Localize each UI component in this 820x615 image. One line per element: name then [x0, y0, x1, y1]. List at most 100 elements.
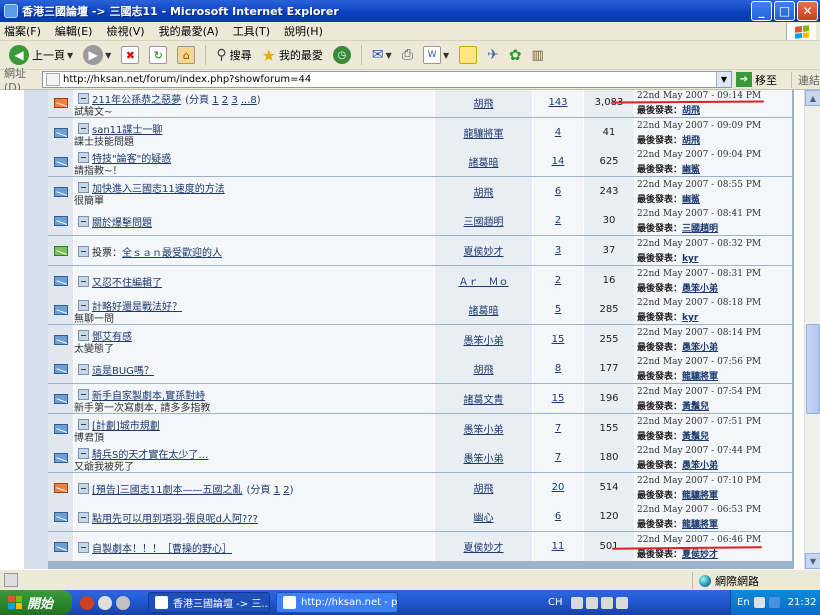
replies-link[interactable]: 143 — [548, 97, 567, 108]
last-post-date[interactable]: 22nd May 2007 - 09:09 PM — [637, 121, 761, 131]
last-poster-link[interactable]: 黃鬚兒 — [682, 432, 709, 442]
author-link[interactable]: 三國趙明 — [464, 213, 504, 228]
last-poster-link[interactable]: 胡飛 — [682, 106, 700, 116]
last-post-date[interactable]: 22nd May 2007 - 08:31 PM — [637, 269, 761, 279]
author-link[interactable]: 胡飛 — [474, 184, 494, 199]
topic-title-link[interactable]: 自製劇本！！！［曹操的野心］ — [92, 540, 232, 555]
go-button[interactable]: ➔ 移至 — [736, 72, 777, 88]
replies-link[interactable]: 7 — [555, 452, 561, 463]
last-poster-link[interactable]: 夏侯妙才 — [682, 550, 718, 560]
menu-file[interactable]: 檔案(F) — [4, 23, 41, 39]
last-poster-link[interactable]: 龍驤將軍 — [682, 520, 718, 530]
author-link[interactable]: 愚笨小弟 — [464, 332, 504, 347]
last-post-date[interactable]: 22nd May 2007 - 07:56 PM — [637, 357, 761, 367]
topic-title-link[interactable]: 點用先可以用到項羽-張良呢d人阿??? — [92, 510, 258, 525]
last-post-date[interactable]: 22nd May 2007 - 08:32 PM — [637, 239, 761, 249]
notes-button[interactable] — [456, 43, 480, 67]
start-button[interactable]: 開始 — [0, 590, 72, 615]
last-poster-link[interactable]: 龍驤將軍 — [682, 491, 718, 501]
last-poster-link[interactable]: 龍驤將軍 — [682, 372, 718, 382]
last-post-date[interactable]: 22nd May 2007 - 07:51 PM — [637, 417, 761, 427]
author-link[interactable]: 諸葛暗 — [469, 154, 499, 169]
stop-button[interactable]: ✖ — [118, 43, 142, 67]
title-bar[interactable]: 香港三國論壇 -> 三國志11 - Microsoft Internet Exp… — [0, 0, 820, 22]
quicklaunch-icon[interactable] — [116, 595, 130, 610]
scroll-down-icon[interactable]: ▼ — [805, 553, 820, 569]
replies-link[interactable]: 6 — [555, 511, 561, 522]
last-poster-link[interactable]: 愚笨小弟 — [682, 461, 718, 471]
last-poster-link[interactable]: 三國趙明 — [682, 224, 718, 234]
taskbar-item-php[interactable]: http://hksan.net - php... — [276, 592, 398, 613]
author-link[interactable]: 愚笨小弟 — [464, 450, 504, 465]
page-link[interactable]: 1 — [212, 95, 218, 106]
last-poster-link[interactable]: kyr — [682, 254, 698, 264]
ime-icon[interactable] — [585, 596, 598, 609]
author-link[interactable]: 夏侯妙才 — [464, 243, 504, 258]
vertical-scrollbar[interactable]: ▲ ▼ — [804, 90, 820, 569]
last-poster-link[interactable]: kyr — [682, 313, 698, 323]
last-post-date[interactable]: 22nd May 2007 - 09:04 PM — [637, 150, 761, 160]
forward-button[interactable]: ▶ ▼ — [80, 43, 114, 67]
menu-tools[interactable]: 工具(T) — [233, 23, 270, 39]
refresh-button[interactable]: ↻ — [146, 43, 170, 67]
close-button[interactable]: ✕ — [797, 1, 818, 21]
last-post-date[interactable]: 22nd May 2007 - 07:54 PM — [637, 387, 761, 397]
replies-link[interactable]: 15 — [552, 334, 565, 345]
author-link[interactable]: 愚笨小弟 — [464, 421, 504, 436]
author-link[interactable]: 龍驤將軍 — [464, 125, 504, 140]
page-link[interactable]: ...8 — [241, 95, 257, 106]
last-post-date[interactable]: 22nd May 2007 - 08:18 PM — [637, 298, 761, 308]
taskbar-item-forum[interactable]: 香港三國論壇 -> 三... — [148, 592, 270, 613]
topic-title-link[interactable]: 加快進入三國志11速度的方法 — [92, 180, 225, 195]
last-poster-link[interactable]: 胡飛 — [682, 136, 700, 146]
last-post-date[interactable]: 22nd May 2007 - 08:55 PM — [637, 180, 761, 190]
last-poster-link[interactable]: 黃鬚兒 — [682, 402, 709, 412]
last-poster-link[interactable]: 幽鯊 — [682, 165, 700, 175]
replies-link[interactable]: 20 — [552, 482, 565, 493]
replies-link[interactable]: 2 — [555, 215, 561, 226]
minimize-button[interactable]: _ — [751, 1, 772, 21]
edit-button[interactable]: W ▼ — [420, 43, 452, 67]
last-post-date[interactable]: 22nd May 2007 - 08:14 PM — [637, 328, 761, 338]
last-post-date[interactable]: 22nd May 2007 - 06:46 PM — [637, 535, 761, 545]
replies-link[interactable]: 15 — [552, 393, 565, 404]
replies-link[interactable]: 3 — [555, 245, 561, 256]
topic-title-link[interactable]: 又忍不住編輯了 — [92, 274, 162, 289]
replies-link[interactable]: 7 — [555, 423, 561, 434]
links-button[interactable]: 連結 — [791, 71, 820, 88]
last-poster-link[interactable]: 愚笨小弟 — [682, 343, 718, 353]
back-button[interactable]: ◀ 上一頁 ▼ — [6, 43, 76, 67]
last-poster-link[interactable]: 幽鯊 — [682, 195, 700, 205]
topic-title-link[interactable]: 全ｓａｎ最受歡迎的人 — [122, 244, 222, 259]
quicklaunch-icon[interactable] — [98, 595, 112, 610]
home-button[interactable]: ⌂ — [174, 43, 198, 67]
last-post-date[interactable]: 22nd May 2007 - 06:53 PM — [637, 505, 761, 515]
menu-help[interactable]: 說明(H) — [284, 23, 323, 39]
menu-edit[interactable]: 編輯(E) — [55, 23, 93, 39]
language-indicator[interactable]: CH — [548, 597, 563, 608]
chevron-down-icon[interactable]: ▼ — [716, 72, 731, 87]
replies-link[interactable]: 2 — [555, 275, 561, 286]
tray-icon[interactable] — [768, 597, 780, 608]
author-link[interactable]: 幽心 — [474, 509, 494, 524]
ime-icon[interactable] — [615, 596, 628, 609]
last-post-date[interactable]: 22nd May 2007 - 09:14 PM — [637, 91, 761, 101]
author-link[interactable]: 夏侯妙才 — [464, 539, 504, 554]
replies-link[interactable]: 11 — [552, 541, 565, 552]
author-link[interactable]: 諸葛文青 — [464, 391, 504, 406]
ime-mode[interactable]: En — [737, 597, 750, 608]
search-button[interactable]: ⚲ 搜尋 — [213, 43, 254, 67]
print-button[interactable]: ⎙ — [399, 43, 416, 67]
author-link[interactable]: 諸葛暗 — [469, 302, 499, 317]
replies-link[interactable]: 5 — [555, 304, 561, 315]
author-link[interactable]: 胡飛 — [474, 480, 494, 495]
clock[interactable]: 21:32 — [788, 597, 817, 608]
history-button[interactable]: ◷ — [330, 43, 354, 67]
replies-link[interactable]: 14 — [552, 156, 565, 167]
replies-link[interactable]: 8 — [555, 363, 561, 374]
menu-view[interactable]: 檢視(V) — [106, 23, 144, 39]
page-link[interactable]: 1 — [274, 485, 280, 496]
research-button[interactable]: ▥ — [528, 43, 546, 67]
topic-title-link[interactable]: 這是BUG嗎？ — [92, 362, 154, 377]
last-post-date[interactable]: 22nd May 2007 - 07:44 PM — [637, 446, 761, 456]
